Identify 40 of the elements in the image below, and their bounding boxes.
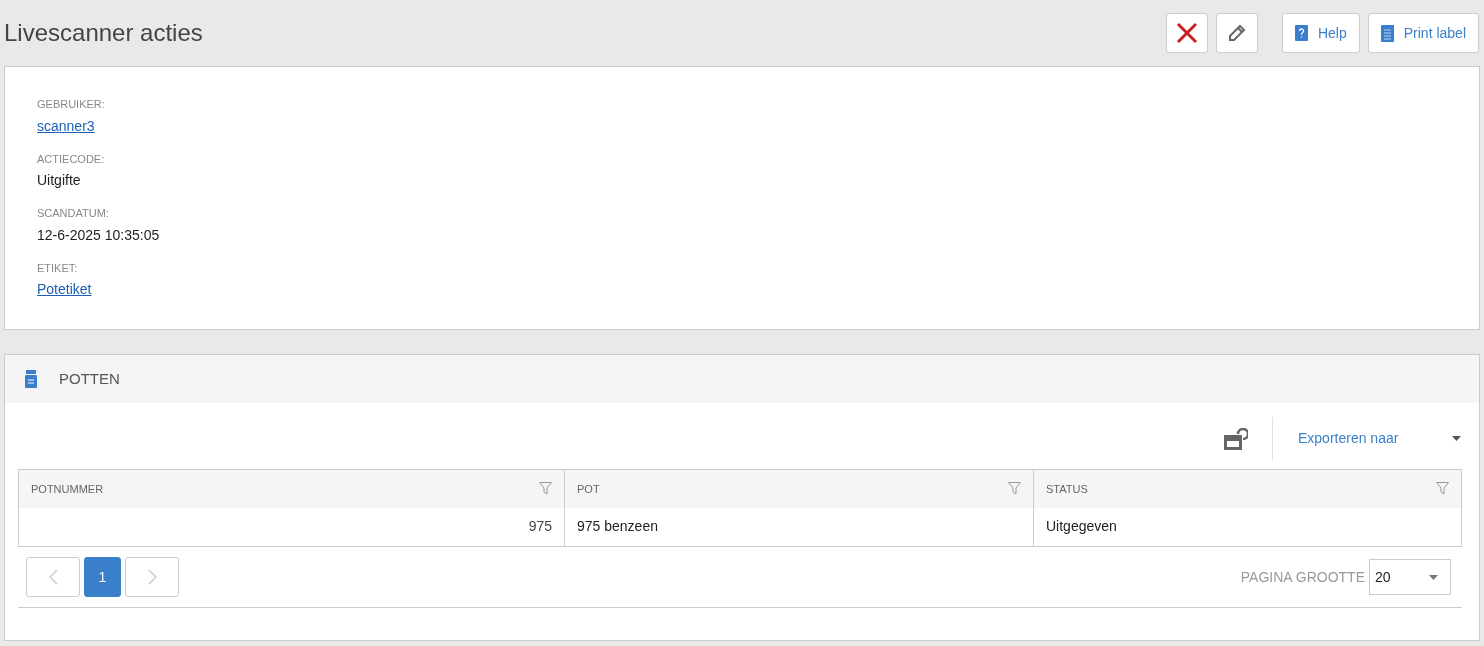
table-cell: 975 benzeen bbox=[564, 507, 1034, 547]
close-icon bbox=[1175, 22, 1198, 44]
print-button[interactable]: Print label bbox=[1367, 13, 1479, 53]
page-button[interactable]: 1 bbox=[84, 557, 121, 597]
caret-icon bbox=[1429, 574, 1438, 580]
help-book-icon bbox=[1294, 25, 1308, 41]
table-cell: Uitgegeven bbox=[1033, 507, 1462, 547]
field-label: ETIKET: bbox=[37, 260, 79, 276]
panel-title: POTTEN bbox=[59, 368, 120, 389]
document-icon bbox=[1380, 24, 1394, 42]
window-restore-icon[interactable] bbox=[1224, 427, 1248, 450]
field-label: GEBRUIKER: bbox=[37, 97, 106, 112]
page-title: Livescanner acties bbox=[4, 18, 203, 48]
delete-button[interactable] bbox=[1165, 13, 1208, 53]
column-header[interactable]: POTNUMMER bbox=[18, 469, 565, 508]
field-link[interactable]: Potetiket bbox=[37, 279, 92, 300]
jar-icon bbox=[25, 370, 37, 388]
filter-icon[interactable] bbox=[1436, 482, 1449, 496]
field-value: 12-6-2025 10:35:05 bbox=[37, 225, 160, 245]
column-title: POTNUMMER bbox=[31, 481, 104, 497]
field-link[interactable]: scanner3 bbox=[37, 115, 95, 137]
help-button[interactable]: Help bbox=[1281, 13, 1360, 53]
edit-button[interactable] bbox=[1215, 13, 1258, 53]
field-label: SCANDATUM: bbox=[37, 206, 110, 221]
page-size-label: PAGINA GROOTTE bbox=[1240, 567, 1365, 587]
chevron-left-icon bbox=[48, 569, 58, 585]
export-dropdown[interactable]: Exporteren naar bbox=[1297, 427, 1462, 450]
caret-icon bbox=[1452, 436, 1461, 441]
column-title: STATUS bbox=[1046, 481, 1088, 497]
field-value: Uitgifte bbox=[37, 171, 81, 190]
column-header[interactable]: STATUS bbox=[1033, 469, 1462, 508]
filter-icon[interactable] bbox=[539, 482, 552, 496]
page-size-select[interactable]: 20 bbox=[1369, 559, 1451, 595]
filter-icon[interactable] bbox=[1008, 482, 1021, 496]
field-label: ACTIECODE: bbox=[37, 151, 106, 167]
pencil-icon bbox=[1226, 23, 1247, 43]
column-header[interactable]: POT bbox=[564, 469, 1034, 508]
table-cell: 975 bbox=[18, 507, 565, 547]
column-title: POT bbox=[577, 481, 600, 497]
chevron-right-icon bbox=[147, 569, 157, 585]
